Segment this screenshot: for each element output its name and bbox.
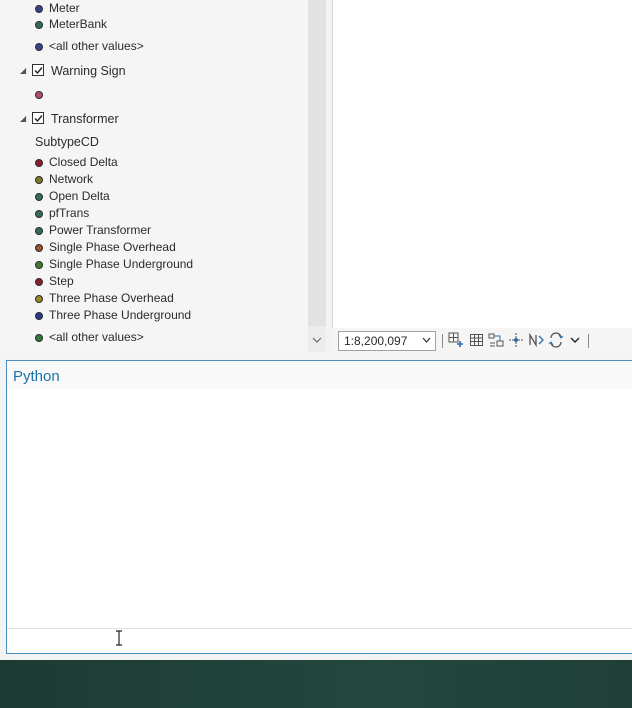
layer-name: Warning Sign bbox=[51, 64, 126, 78]
legend-item-label: Power Transformer bbox=[49, 223, 152, 237]
symbol-dot-icon bbox=[35, 227, 43, 235]
python-pane-header: Python bbox=[7, 361, 632, 389]
symbol-dot-icon bbox=[35, 312, 43, 320]
symbol-dot-icon bbox=[35, 21, 43, 29]
layer-visibility-checkbox[interactable] bbox=[32, 112, 44, 124]
layer-visibility-checkbox[interactable] bbox=[32, 64, 44, 76]
scrollbar-thumb[interactable] bbox=[308, 0, 326, 326]
legend-item-label: Network bbox=[49, 172, 94, 186]
legend-item-label: Closed Delta bbox=[49, 155, 118, 169]
toolbar-separator bbox=[588, 334, 589, 348]
add-grid-icon[interactable] bbox=[448, 332, 464, 348]
taskbar bbox=[0, 660, 632, 708]
legend-item-label: <all other values> bbox=[49, 39, 144, 53]
symbol-dot-icon bbox=[35, 244, 43, 252]
contents-scrollbar[interactable] bbox=[308, 0, 326, 352]
guides-icon[interactable] bbox=[508, 332, 524, 348]
legend-item-label: Single Phase Overhead bbox=[49, 240, 176, 254]
north-arrow-icon[interactable] bbox=[528, 332, 544, 348]
text-cursor-icon bbox=[115, 630, 123, 646]
chevron-down-icon bbox=[422, 335, 431, 345]
symbol-dot-icon bbox=[35, 5, 43, 13]
legend-item-label: <all other values> bbox=[49, 330, 144, 344]
contents-pane: Meter MeterBank <all other values> ◢ War… bbox=[0, 0, 308, 352]
symbol-dot-icon bbox=[35, 334, 43, 342]
python-command-input[interactable] bbox=[7, 628, 632, 653]
symbol-dot-icon bbox=[35, 176, 43, 184]
python-pane-title: Python bbox=[13, 368, 60, 385]
symbol-dot-icon bbox=[35, 91, 43, 99]
collapse-triangle-icon[interactable]: ◢ bbox=[20, 62, 28, 80]
layer-name: Transformer bbox=[51, 112, 119, 126]
snap-icon[interactable] bbox=[488, 332, 504, 348]
field-heading: SubtypeCD bbox=[35, 135, 99, 149]
legend-item-label: Three Phase Underground bbox=[49, 308, 192, 322]
symbol-dot-icon bbox=[35, 159, 43, 167]
symbol-dot-icon bbox=[35, 193, 43, 201]
legend-item-label: Single Phase Underground bbox=[49, 257, 194, 271]
map-scale-dropdown[interactable]: 1:8,200,097 bbox=[338, 331, 436, 351]
table-icon[interactable] bbox=[469, 332, 485, 348]
legend-item-label: Meter bbox=[49, 1, 80, 15]
map-scale-value: 1:8,200,097 bbox=[344, 334, 408, 348]
layer-transformer[interactable]: ◢ Transformer bbox=[20, 110, 220, 128]
refresh-icon[interactable] bbox=[548, 332, 564, 348]
symbol-dot-icon bbox=[35, 261, 43, 269]
scroll-down-arrow-icon[interactable] bbox=[312, 336, 322, 346]
legend-item-label: Open Delta bbox=[49, 189, 110, 203]
map-view[interactable] bbox=[332, 0, 632, 328]
legend-item-label: pfTrans bbox=[49, 206, 90, 220]
chevron-down-icon[interactable] bbox=[569, 332, 585, 348]
legend-item-label: Step bbox=[49, 274, 74, 288]
legend-item-label: Three Phase Overhead bbox=[49, 291, 174, 305]
python-pane[interactable]: Python bbox=[6, 360, 632, 654]
layer-warning-sign[interactable]: ◢ Warning Sign bbox=[20, 62, 220, 80]
symbol-dot-icon bbox=[35, 210, 43, 218]
toolbar-separator bbox=[442, 334, 443, 348]
symbol-dot-icon bbox=[35, 295, 43, 303]
symbol-dot-icon bbox=[35, 43, 43, 51]
collapse-triangle-icon[interactable]: ◢ bbox=[20, 110, 28, 128]
legend-item-label: MeterBank bbox=[49, 17, 108, 31]
symbol-dot-icon bbox=[35, 278, 43, 286]
